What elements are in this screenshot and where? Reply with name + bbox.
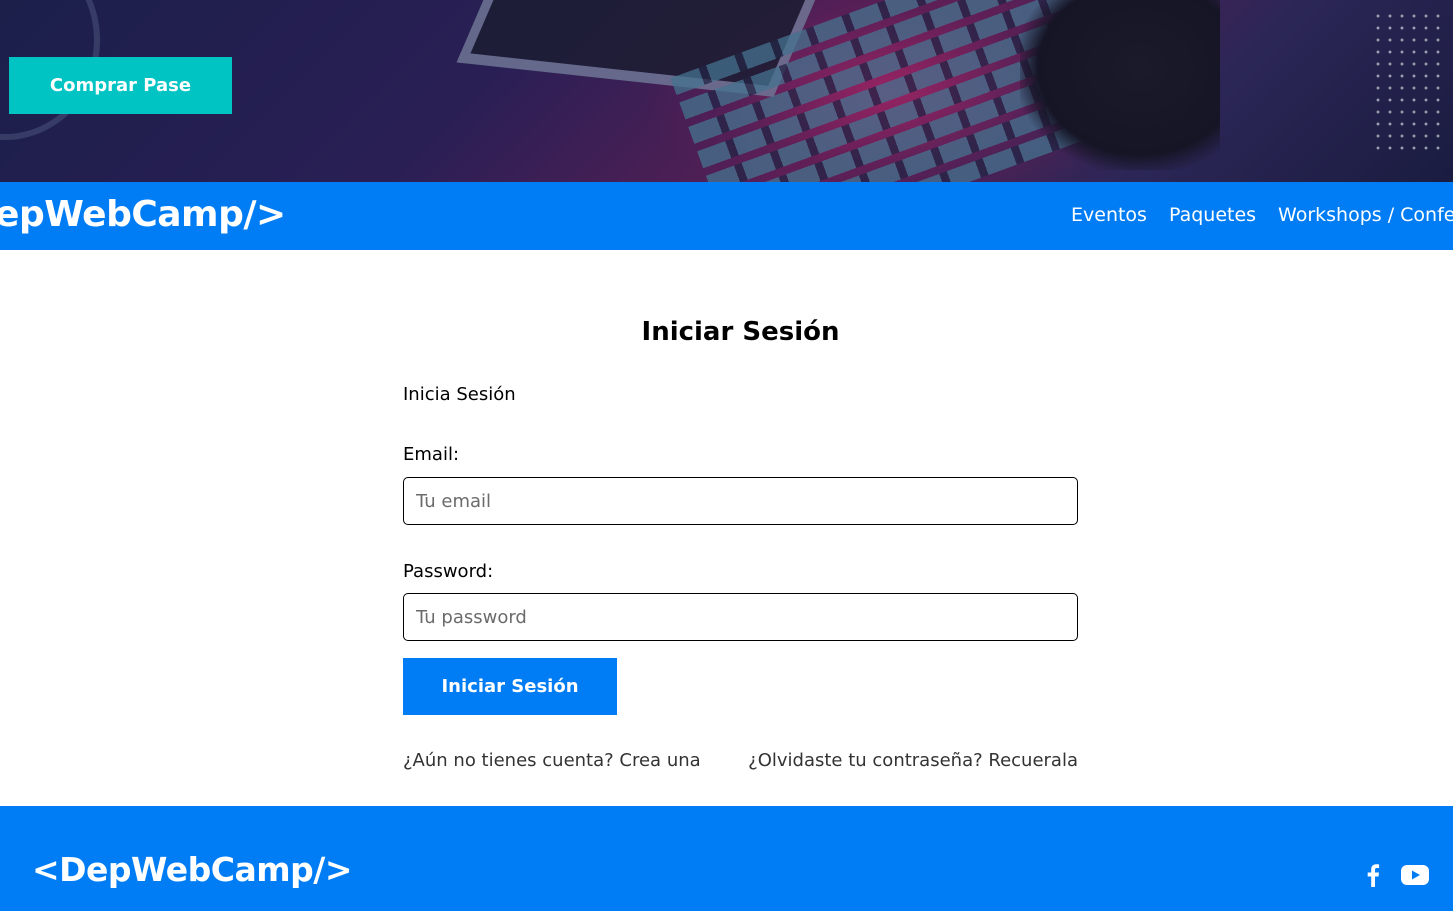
nav-links: Eventos Paquetes Workshops / Conferencia…	[1071, 204, 1453, 226]
password-input[interactable]	[403, 593, 1078, 641]
form-subtitle: Inicia Sesión	[403, 384, 516, 405]
dot-pattern	[1372, 10, 1442, 150]
forgot-password-link[interactable]: ¿Olvidaste tu contraseña? Recuerala	[748, 750, 1078, 771]
facebook-icon[interactable]	[1358, 862, 1388, 888]
email-input[interactable]	[403, 477, 1078, 525]
nav-link-paquetes[interactable]: Paquetes	[1169, 204, 1256, 226]
nav-link-workshops[interactable]: Workshops / Conferencias	[1278, 204, 1453, 226]
register-link[interactable]: ¿Aún no tienes cuenta? Crea una	[403, 750, 701, 771]
nav-logo[interactable]: <DepWebCamp/>	[0, 194, 286, 235]
hero-banner: Comprar Pase	[0, 0, 1453, 182]
password-label: Password:	[403, 561, 494, 582]
footer: <DepWebCamp/>	[0, 806, 1453, 911]
footer-logo[interactable]: <DepWebCamp/>	[32, 850, 352, 889]
login-button[interactable]: Iniciar Sesión	[403, 658, 617, 715]
page-title: Iniciar Sesión	[641, 317, 840, 347]
youtube-icon[interactable]	[1400, 862, 1430, 888]
form-links: ¿Aún no tienes cuenta? Crea una ¿Olvidas…	[403, 750, 1078, 771]
buy-pass-button[interactable]: Comprar Pase	[9, 57, 232, 114]
navbar: <DepWebCamp/> Eventos Paquetes Workshops…	[0, 182, 1453, 250]
nav-link-eventos[interactable]: Eventos	[1071, 204, 1147, 226]
login-form: Iniciar Sesión Inicia Sesión Email: Pass…	[403, 250, 1078, 806]
email-label: Email:	[403, 444, 460, 465]
hand-image	[1020, 0, 1220, 170]
